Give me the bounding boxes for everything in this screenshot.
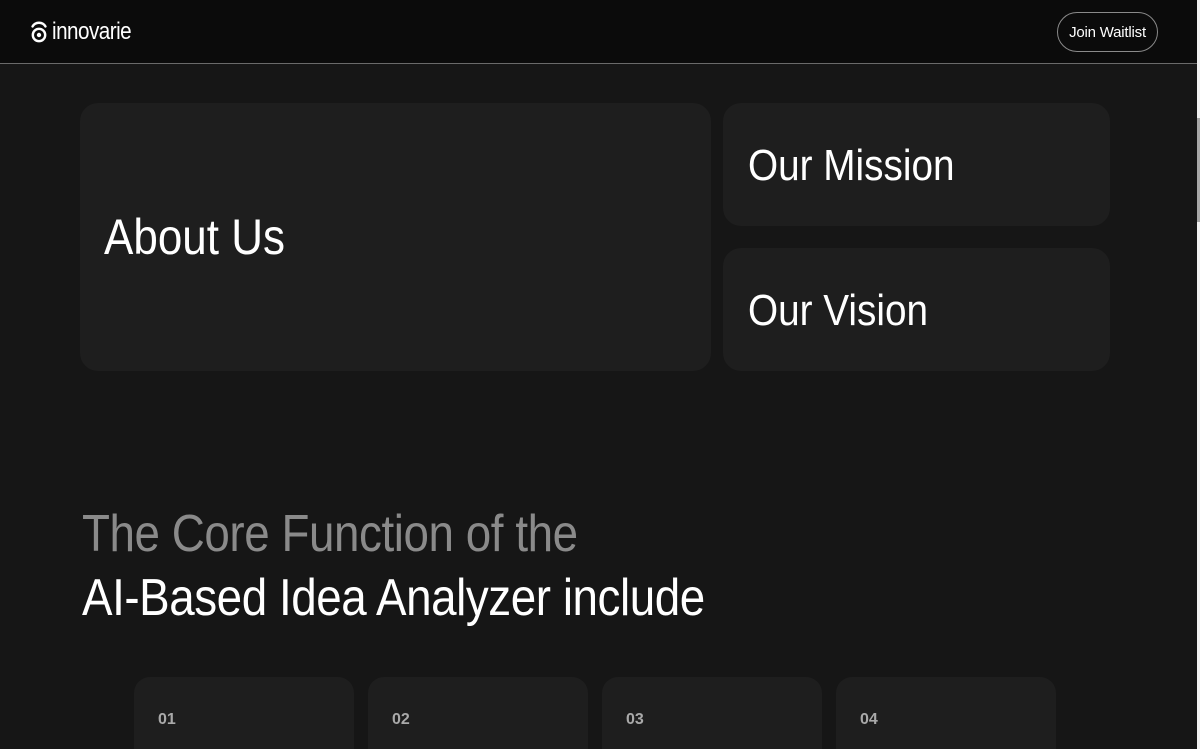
feature-number: 01 — [158, 711, 176, 728]
brand-logo[interactable]: innovarie — [30, 18, 144, 46]
join-waitlist-button[interactable]: Join Waitlist — [1057, 12, 1158, 52]
about-us-title: About Us — [104, 209, 285, 265]
feature-card-1: 01 — [134, 677, 354, 749]
feature-number: 03 — [626, 711, 644, 728]
our-vision-card[interactable]: Our Vision — [723, 248, 1110, 371]
feature-card-3: 03 — [602, 677, 822, 749]
feature-card-4: 04 — [836, 677, 1056, 749]
top-navbar: innovarie Join Waitlist — [0, 0, 1197, 64]
feature-number: 02 — [392, 711, 410, 728]
core-function-heading-line-1: The Core Function of the — [82, 505, 578, 563]
about-us-card[interactable]: About Us — [80, 103, 711, 371]
feature-card-2: 02 — [368, 677, 588, 749]
our-mission-card[interactable]: Our Mission — [723, 103, 1110, 226]
core-function-heading-line-2: AI-Based Idea Analyzer include — [82, 569, 705, 627]
our-mission-title: Our Mission — [748, 141, 955, 190]
our-vision-title: Our Vision — [748, 286, 929, 335]
logo-icon — [30, 20, 48, 44]
logo-text: innovarie — [52, 18, 132, 45]
feature-number: 04 — [860, 711, 878, 728]
page: innovarie Join Waitlist About Us Our Mis… — [0, 0, 1200, 749]
